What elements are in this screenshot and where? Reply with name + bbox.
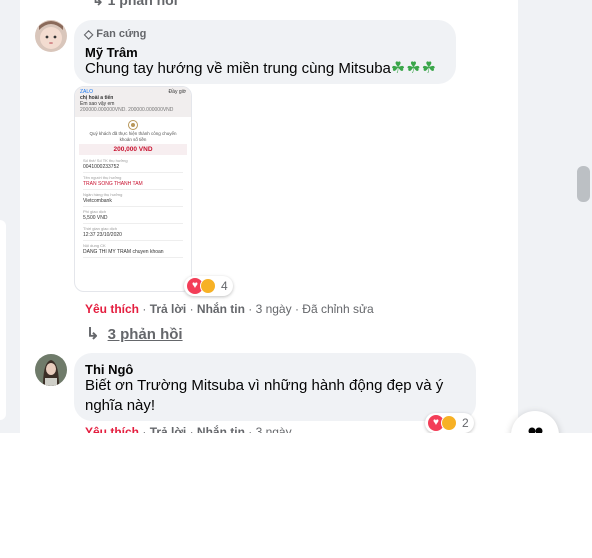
comment-text-body: Chung tay hướng về miền trung cùng Mitsu… [85, 60, 391, 77]
badge-label: Fan cứng [96, 28, 147, 40]
comment-time[interactable]: 3 ngày [256, 302, 292, 316]
attached-image[interactable]: ZALO Đầy giờ chị hoài a tiến Em sao vậy … [74, 86, 192, 292]
previous-replies-label: 1 phản hồi [107, 0, 178, 8]
reply-action[interactable]: Trả lời [150, 302, 187, 316]
reply-action[interactable]: Trả lời [150, 425, 187, 433]
like-action[interactable]: Yêu thích [85, 302, 139, 316]
comment-text-line: Biết ơn Trường Mitsuba vì những hành độn… [85, 377, 444, 394]
receipt-field-value: TRAN SONG THANH TAM [83, 181, 143, 187]
comment-actions: Yêu thích · Trả lời · Nhắn tin · 3 ngày … [85, 302, 374, 316]
feed-viewport: ↳ 1 phản hồi ◇ Fan cứng Mỹ Trâm Chung ta… [0, 0, 592, 433]
comment-text-line: nghĩa này! [85, 397, 156, 414]
avatar-image [35, 354, 67, 386]
receipt-field-value: 5,500 VND [83, 215, 108, 221]
receipt-field: Nội dung CK DANG THI MY TRAM chuyen khoan [83, 241, 183, 258]
comment-time[interactable]: 3 ngày [256, 425, 292, 433]
receipt-field-value: DANG THI MY TRAM chuyen khoan [83, 249, 164, 255]
receipt-field: Số thẻ/ Số TK thụ hưởng 0041000233752 [83, 156, 183, 173]
message-action[interactable]: Nhắn tin [197, 302, 245, 316]
message-action[interactable]: Nhắn tin [197, 425, 245, 433]
receipt-field: Phí giao dịch 5,500 VND [83, 207, 183, 224]
comment-actions: Yêu thích · Trả lời · Nhắn tin · 3 ngày [85, 425, 292, 433]
left-panel-edge [0, 220, 6, 420]
scrollbar-thumb[interactable] [577, 166, 590, 202]
image-top-bar: ZALO Đầy giờ chị hoài a tiến Em sao vậy … [75, 87, 191, 117]
avatar-image [35, 20, 67, 52]
fan-badge[interactable]: ◇ Fan cứng [84, 27, 146, 41]
receipt-field: Tên người thụ hưởng TRAN SONG THANH TAM [83, 173, 183, 190]
replies-label: 3 phản hồi [107, 326, 183, 343]
receipt-field: Ngân hàng thụ hưởng Vietcombank [83, 190, 183, 207]
edited-label: Đã chỉnh sửa [302, 302, 374, 316]
reaction-count: 2 [462, 416, 469, 430]
scrollbar-track[interactable] [570, 0, 592, 433]
care-reaction-icon [200, 278, 216, 294]
clover-emoji: ☘☘☘ [390, 60, 437, 77]
receipt-fields: Số thẻ/ Số TK thụ hưởng 0041000233752 Tên … [75, 156, 191, 258]
people-icon [528, 427, 543, 433]
receipt-field: Thời gian giao dịch 12:37 23/10/2020 [83, 224, 183, 241]
comment-author[interactable]: Thi Ngô [85, 362, 133, 377]
amount: 200,000 VND [79, 144, 187, 155]
success-text: Quý khách đã thực hiện thành công chuyển… [89, 131, 177, 142]
avatar[interactable] [35, 20, 67, 52]
receipt-field-value: 12:37 23/10/2020 [83, 232, 122, 238]
care-reaction-icon [441, 415, 457, 431]
diamond-icon: ◇ [84, 27, 94, 41]
reaction-summary[interactable]: ♥ 2 [425, 413, 474, 433]
receipt-field-value: Vietcombank [83, 198, 112, 204]
truncated-line: 200000.000000VND. 200000.000000VND [80, 107, 174, 113]
previous-replies-link[interactable]: ↳ 1 phản hồi [92, 0, 178, 9]
comment-text: Chung tay hướng về miền trung cùng Mitsu… [85, 59, 437, 79]
reply-arrow-icon: ↳ [86, 326, 100, 343]
receipt-field-value: 0041000233752 [83, 164, 120, 170]
bank-logo-icon [128, 120, 138, 130]
comment-author[interactable]: Mỹ Trâm [85, 45, 138, 60]
avatar[interactable] [35, 354, 67, 386]
reaction-summary[interactable]: ♥ 4 [184, 276, 233, 296]
comment-bubble: Thi Ngô Biết ơn Trường Mitsuba vì những … [74, 353, 476, 421]
like-action[interactable]: Yêu thích [85, 425, 139, 433]
floating-chat-button[interactable] [511, 411, 559, 433]
view-replies-link[interactable]: ↳ 3 phản hồi [86, 324, 183, 344]
reaction-count: 4 [221, 279, 228, 293]
reply-arrow-icon: ↳ [92, 0, 104, 8]
comment-bubble: ◇ Fan cứng Mỹ Trâm Chung tay hướng về mi… [74, 20, 456, 84]
status-right: Đầy giờ [168, 89, 186, 95]
